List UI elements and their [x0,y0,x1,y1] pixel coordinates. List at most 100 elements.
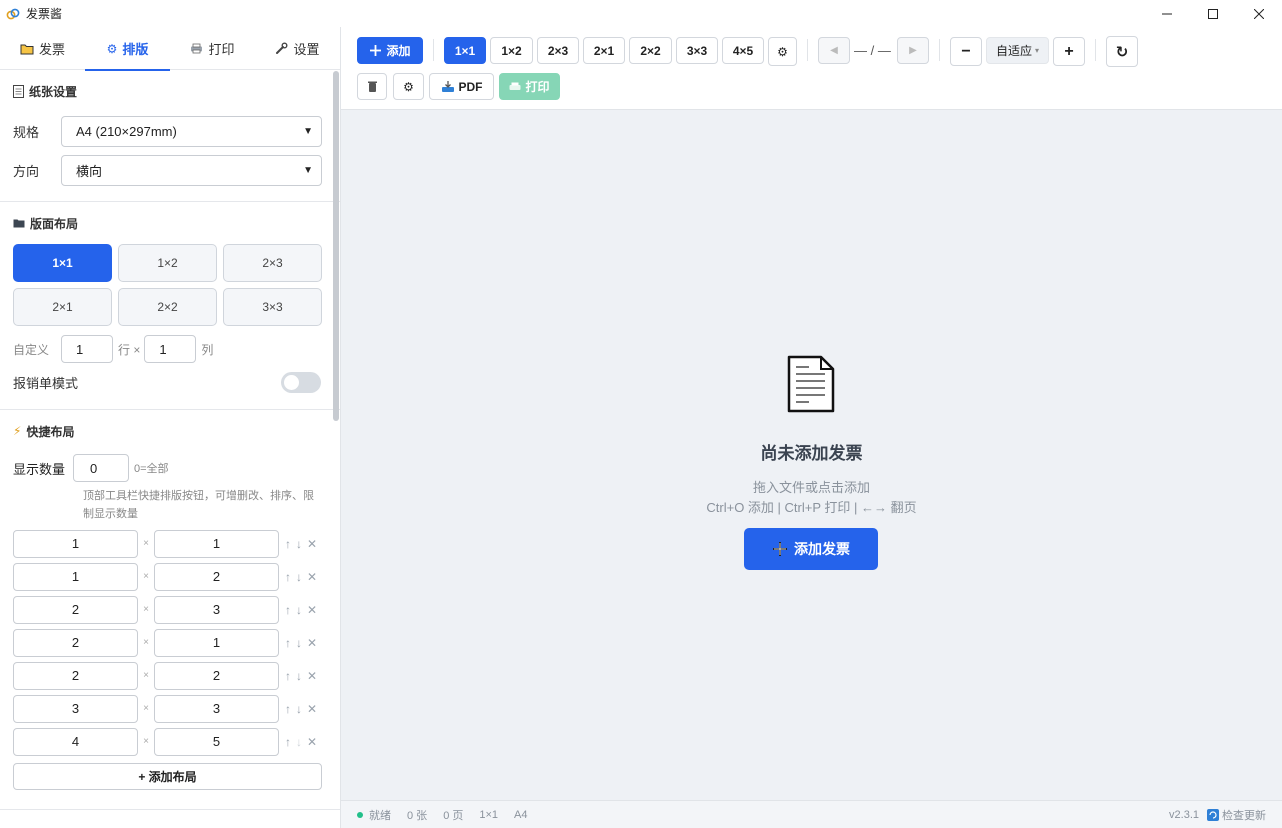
sidebar-scrollbar[interactable] [333,71,339,421]
orientation-label: 方向 [13,164,40,179]
move-up-icon[interactable]: ↑ [285,669,291,683]
zoom-out-button[interactable]: − [950,37,982,66]
move-down-icon[interactable]: ↓ [296,636,302,650]
move-down-icon[interactable]: ↓ [296,570,302,584]
cols-input[interactable]: 2 [154,562,279,591]
paper-size-select[interactable]: A4 (210×297mm) ▼ [61,116,322,147]
rows-input[interactable]: 1 [13,529,138,558]
printer-icon [509,82,521,90]
move-down-icon[interactable]: ↓ [296,669,302,683]
reimburse-mode-row: 报销单模式 [13,366,327,398]
quick-layout-description: 顶部工具栏快捷排版按钮，可增删改、排序、限 制显示数量 [83,487,327,523]
folder-icon [20,44,34,54]
layout-option-2x1[interactable]: 2×1 [13,288,112,326]
toolbar-layout-2x1[interactable]: 2×1 [583,37,625,64]
export-pdf-button[interactable]: PDF [429,73,494,100]
layout-option-1x1[interactable]: 1×1 [13,244,112,282]
delete-icon[interactable]: ✕ [307,735,317,749]
delete-icon[interactable]: ✕ [307,702,317,716]
add-invoice-label: 添加发票 [794,541,850,557]
display-count-input[interactable]: 0 [73,454,130,482]
reimburse-mode-toggle[interactable] [281,371,321,393]
zoom-fit-select[interactable]: 自适应 ▾ [986,37,1049,64]
move-up-icon[interactable]: ↑ [285,537,291,551]
minimize-button[interactable] [1144,0,1190,27]
tab-print[interactable]: 打印 [170,27,255,70]
close-button[interactable] [1236,0,1282,27]
chevron-down-icon: ▼ [303,126,313,137]
rows-input[interactable]: 3 [13,694,138,723]
add-layout-button[interactable]: + 添加布局 [13,763,322,790]
add-invoice-button[interactable]: 添加发票 [744,528,878,570]
delete-icon[interactable]: ✕ [307,603,317,617]
wrench-icon [276,42,288,54]
delete-icon[interactable]: ✕ [307,570,317,584]
print-settings-button[interactable]: ⚙ [393,73,424,100]
section-title: 纸张设置 [13,70,327,112]
cols-input[interactable]: 2 [154,661,279,690]
toolbar-layout-2x3[interactable]: 2×3 [537,37,579,64]
paper-settings-section: 纸张设置 规格 A4 (210×297mm) ▼ 方向 横向 ▼ [0,70,340,202]
cols-input[interactable]: 3 [154,694,279,723]
move-down-icon[interactable]: ↓ [296,603,302,617]
print-button[interactable]: 打印 [499,73,560,100]
cols-input[interactable]: 5 [154,727,279,756]
toolbar-layout-3x3[interactable]: 3×3 [676,37,718,64]
toolbar-layout-1x2[interactable]: 1×2 [490,37,533,64]
toolbar-layout-1x1[interactable]: 1×1 [444,37,486,64]
rows-input[interactable]: 2 [13,628,138,657]
tab-settings[interactable]: 设置 [255,27,340,70]
gear-icon: ⚙ [106,41,118,56]
zoom-in-button[interactable]: + [1053,37,1085,66]
move-up-icon[interactable]: ↑ [285,702,291,716]
layout-option-2x2[interactable]: 2×2 [118,288,217,326]
times-label: × [143,571,149,582]
layout-settings-button[interactable]: ⚙ [768,37,797,66]
list-item: 2 × 1 ↑ ↓ ✕ [13,626,327,659]
cols-input[interactable]: 3 [154,595,279,624]
refresh-button[interactable]: ↻ [1106,36,1138,67]
next-page-button[interactable]: ▶ [897,37,929,64]
display-count-row: 显示数量 0 0=全部 [13,452,327,484]
rows-input[interactable]: 2 [13,595,138,624]
add-button[interactable]: 添加 [357,37,423,64]
rows-input[interactable]: 2 [13,661,138,690]
section-title: ⚡ 快捷布局 [13,410,327,452]
page-indicator: — / — [854,43,891,58]
tab-invoices[interactable]: 发票 [0,27,85,70]
paper-settings-title: 纸张设置 [29,84,78,99]
move-up-icon[interactable]: ↑ [285,735,291,749]
divider [433,39,434,61]
maximize-button[interactable] [1190,0,1236,27]
custom-label: 自定义 [13,342,50,357]
move-down-icon[interactable]: ↓ [296,537,302,551]
paper-size-label: 规格 [13,125,40,140]
custom-cols-input[interactable]: 1 [144,335,197,363]
check-update-link[interactable]: 检查更新 [1207,807,1266,823]
layout-option-3x3[interactable]: 3×3 [223,288,322,326]
rows-input[interactable]: 1 [13,562,138,591]
move-down-icon[interactable]: ↓ [296,735,302,749]
rows-input[interactable]: 4 [13,727,138,756]
move-up-icon[interactable]: ↑ [285,636,291,650]
move-down-icon[interactable]: ↓ [296,702,302,716]
delete-icon[interactable]: ✕ [307,636,317,650]
prev-page-button[interactable]: ◀ [818,37,850,64]
toolbar-layout-2x2[interactable]: 2×2 [629,37,672,64]
list-item: 2 × 3 ↑ ↓ ✕ [13,593,327,626]
layout-option-1x2[interactable]: 1×2 [118,244,217,282]
custom-rows-input[interactable]: 1 [61,335,113,363]
status-indicator [357,811,363,818]
cols-input[interactable]: 1 [154,628,279,657]
move-up-icon[interactable]: ↑ [285,570,291,584]
delete-icon[interactable]: ✕ [307,537,317,551]
cols-input[interactable]: 1 [154,529,279,558]
toolbar-layout-4x5[interactable]: 4×5 [722,37,764,64]
divider [807,39,808,61]
tab-layout[interactable]: ⚙ 排版 [85,27,170,71]
clear-button[interactable] [357,73,387,100]
move-up-icon[interactable]: ↑ [285,603,291,617]
delete-icon[interactable]: ✕ [307,669,317,683]
layout-option-2x3[interactable]: 2×3 [223,244,322,282]
orientation-select[interactable]: 横向 ▼ [61,155,322,186]
